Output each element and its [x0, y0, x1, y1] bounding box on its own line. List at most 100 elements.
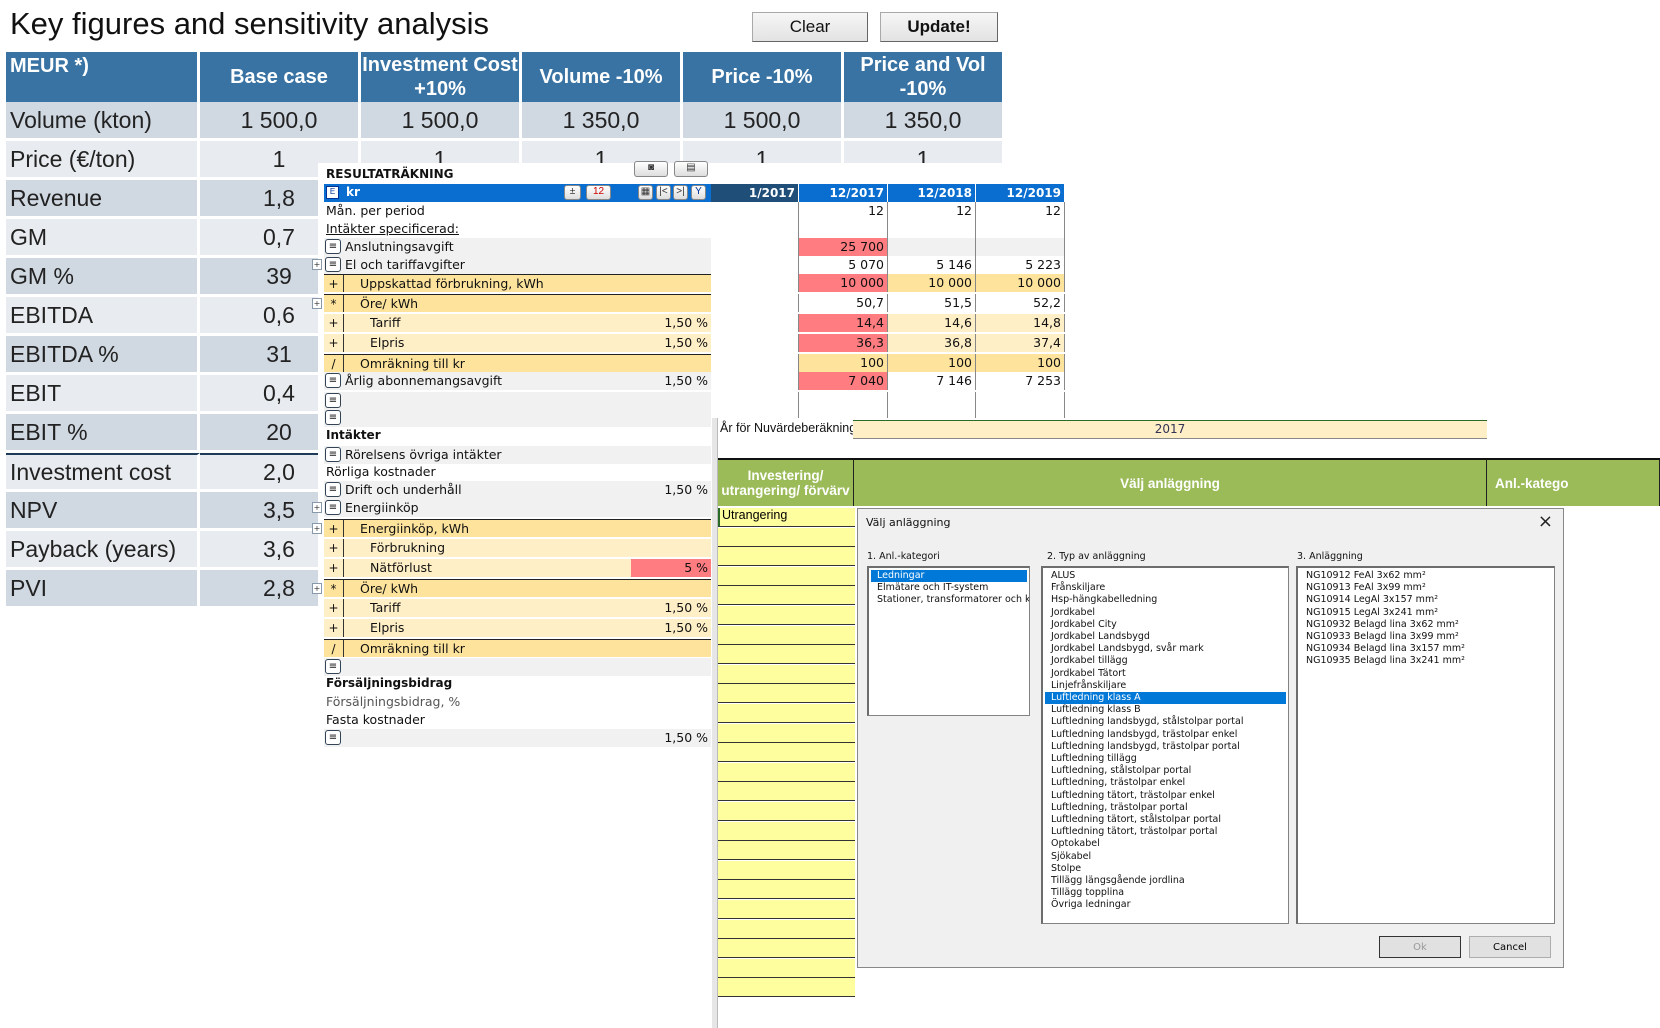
period-value[interactable] [711, 238, 799, 256]
percent-value[interactable]: 1,50 % [664, 335, 708, 350]
operator-icon[interactable]: + [324, 520, 344, 537]
period-value[interactable]: 25 700 [799, 238, 888, 256]
period-value[interactable]: 5 223 [976, 256, 1065, 274]
percent-value[interactable]: 1,50 % [664, 600, 708, 615]
period-value[interactable]: 14,4 [799, 314, 888, 332]
period-value[interactable]: 7 040 [799, 372, 888, 390]
list-item[interactable]: Tillägg topplina [1045, 887, 1286, 899]
period-value[interactable]: 37,4 [976, 334, 1065, 352]
period-value[interactable]: 14,8 [976, 314, 1065, 332]
menu-icon[interactable]: ≡ [325, 447, 341, 462]
period-value[interactable] [711, 274, 799, 292]
list-item[interactable]: NG10915 LegAl 3x241 mm² [1300, 607, 1552, 619]
update-button[interactable]: Update! [880, 12, 998, 42]
period-value[interactable]: 10 000 [888, 274, 976, 292]
period-value[interactable] [888, 392, 976, 410]
list-item[interactable]: Luftledning tillägg [1045, 753, 1286, 765]
operator-icon[interactable]: + [324, 599, 344, 617]
expand-icon[interactable]: + [312, 583, 322, 594]
list-item[interactable]: Jordkabel Landsbygd, svår mark [1045, 643, 1286, 655]
cell-value[interactable]: 1 350,0 [522, 102, 683, 141]
period-value[interactable]: 100 [976, 354, 1065, 372]
list-item[interactable]: NG10935 Belagd lina 3x241 mm² [1300, 655, 1552, 667]
list-item[interactable]: NG10934 Belagd lina 3x157 mm² [1300, 643, 1552, 655]
operator-icon[interactable]: + [324, 275, 344, 292]
list-item[interactable]: Jordkabel Tätort [1045, 668, 1286, 680]
period-value[interactable] [976, 220, 1065, 238]
menu-icon[interactable]: ≡ [325, 239, 341, 254]
investment-type-cell[interactable] [718, 743, 855, 763]
percent-value[interactable]: 1,50 % [664, 482, 708, 497]
list-item[interactable]: NG10932 Belagd lina 3x62 mm² [1300, 619, 1552, 631]
list-item[interactable]: Luftledning tätort, trästolpar enkel [1045, 790, 1286, 802]
list-item[interactable]: Luftledning landsbygd, trästolpar portal [1045, 741, 1286, 753]
freeze-icon[interactable]: ▦ [638, 185, 653, 200]
operator-icon[interactable]: / [324, 355, 344, 372]
list-item[interactable]: NG10913 FeAl 3x99 mm² [1300, 582, 1552, 594]
list-item[interactable]: Luftledning landsbygd, stålstolpar porta… [1045, 716, 1286, 728]
investment-type-cell[interactable] [718, 527, 855, 547]
list-item[interactable]: Luftledning tätort, trästolpar portal [1045, 826, 1286, 838]
period-value[interactable] [799, 220, 888, 238]
period-value[interactable] [888, 220, 976, 238]
percent-value[interactable]: 1,50 % [664, 620, 708, 635]
list-item[interactable]: Luftledning, stålstolpar portal [1045, 765, 1286, 777]
cell-value[interactable]: 1 500,0 [683, 102, 844, 141]
period-value[interactable]: 36,3 [799, 334, 888, 352]
investment-type-cell[interactable] [718, 782, 855, 802]
investment-type-cell[interactable] [718, 684, 855, 704]
period-value[interactable] [711, 220, 799, 238]
period-value[interactable]: 100 [888, 354, 976, 372]
investment-type-cell[interactable] [718, 566, 855, 586]
category-list[interactable]: Ledningar Elmätare och IT-system Stationer… [867, 566, 1030, 716]
list-item[interactable]: Luftledning landsbygd, trästolpar enkel [1045, 729, 1286, 741]
ok-button[interactable]: Ok [1379, 936, 1461, 958]
period-value[interactable]: 12 [976, 202, 1065, 220]
investment-type-cell[interactable] [718, 958, 855, 978]
list-item[interactable]: Linjefrånskiljare [1045, 680, 1286, 692]
period-value[interactable] [711, 334, 799, 352]
menu-icon[interactable]: ≡ [325, 393, 341, 408]
menu-icon[interactable]: ≡ [325, 257, 341, 272]
investment-type-cell[interactable] [718, 586, 855, 606]
period-value[interactable] [711, 202, 799, 220]
period-value[interactable] [976, 392, 1065, 410]
period-value[interactable]: 52,2 [976, 294, 1065, 312]
period-value[interactable]: 14,6 [888, 314, 976, 332]
period-value[interactable]: 100 [799, 354, 888, 372]
table-icon[interactable]: E [326, 186, 339, 199]
list-item[interactable]: Övriga ledningar [1045, 899, 1286, 911]
operator-icon[interactable]: + [324, 314, 344, 332]
operator-icon[interactable]: / [324, 640, 344, 657]
list-item[interactable]: Tillägg längsgående jordlina [1045, 875, 1286, 887]
list-item[interactable]: Luftledning klass B [1045, 704, 1286, 716]
period-value[interactable] [976, 238, 1065, 256]
investment-type-cell[interactable] [718, 704, 855, 723]
list-item[interactable]: NG10914 LegAl 3x157 mm² [1300, 594, 1552, 606]
year-input[interactable]: 2017 [853, 420, 1487, 439]
filter-icon[interactable]: Y [691, 185, 706, 200]
list-item[interactable]: Luftledning, trästolpar portal [1045, 802, 1286, 814]
investment-type-cell[interactable] [718, 939, 855, 959]
expand-icon[interactable]: + [312, 259, 322, 270]
investment-type-cell[interactable] [718, 606, 855, 625]
period-value[interactable]: 12 [799, 202, 888, 220]
period-value[interactable]: 10 000 [799, 274, 888, 292]
period-value[interactable] [799, 392, 888, 410]
list-item[interactable]: Elmätare och IT-system [871, 582, 1027, 594]
grid-view-icon[interactable]: ▤ [674, 161, 708, 177]
investment-type-cell[interactable] [718, 802, 855, 821]
cell-value[interactable]: 1 350,0 [844, 102, 1005, 141]
period-value[interactable]: 12 [888, 202, 976, 220]
operator-icon[interactable]: * [324, 580, 344, 597]
period-value[interactable] [711, 354, 799, 372]
investment-type-cell[interactable] [718, 978, 855, 998]
list-item[interactable]: Sjökabel [1045, 851, 1286, 863]
list-item[interactable]: Luftledning, trästolpar enkel [1045, 777, 1286, 789]
period-value[interactable]: 36,8 [888, 334, 976, 352]
investment-type-cell[interactable] [718, 547, 855, 567]
clear-button[interactable]: Clear [752, 12, 868, 42]
period-value[interactable]: 50,7 [799, 294, 888, 312]
period-value[interactable] [711, 294, 799, 312]
list-item[interactable]: Jordkabel tillägg [1045, 655, 1286, 667]
